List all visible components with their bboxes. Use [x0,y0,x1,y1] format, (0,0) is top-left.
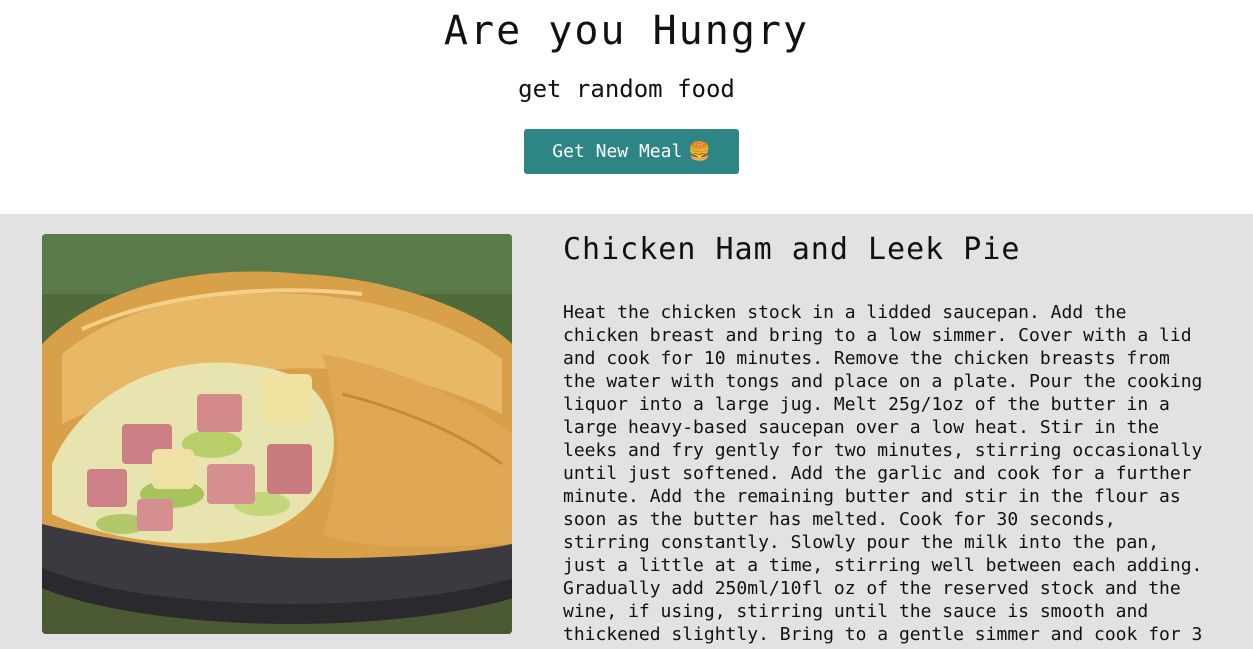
meal-section: Chicken Ham and Leek Pie Heat the chicke… [0,214,1253,649]
page-header: Are you Hungry get random food Get New M… [0,0,1253,214]
burger-icon: 🍔 [688,141,711,162]
get-new-meal-button[interactable]: Get New Meal 🍔 [524,129,739,174]
meal-instructions: Heat the chicken stock in a lidded sauce… [563,302,1203,645]
meal-image [42,234,512,634]
get-new-meal-label: Get New Meal [552,141,683,162]
meal-title: Chicken Ham and Leek Pie [563,232,1021,267]
page-title: Are you Hungry [443,8,810,54]
pie-photo-icon [42,234,512,634]
page-subtitle: get random food [518,75,735,103]
